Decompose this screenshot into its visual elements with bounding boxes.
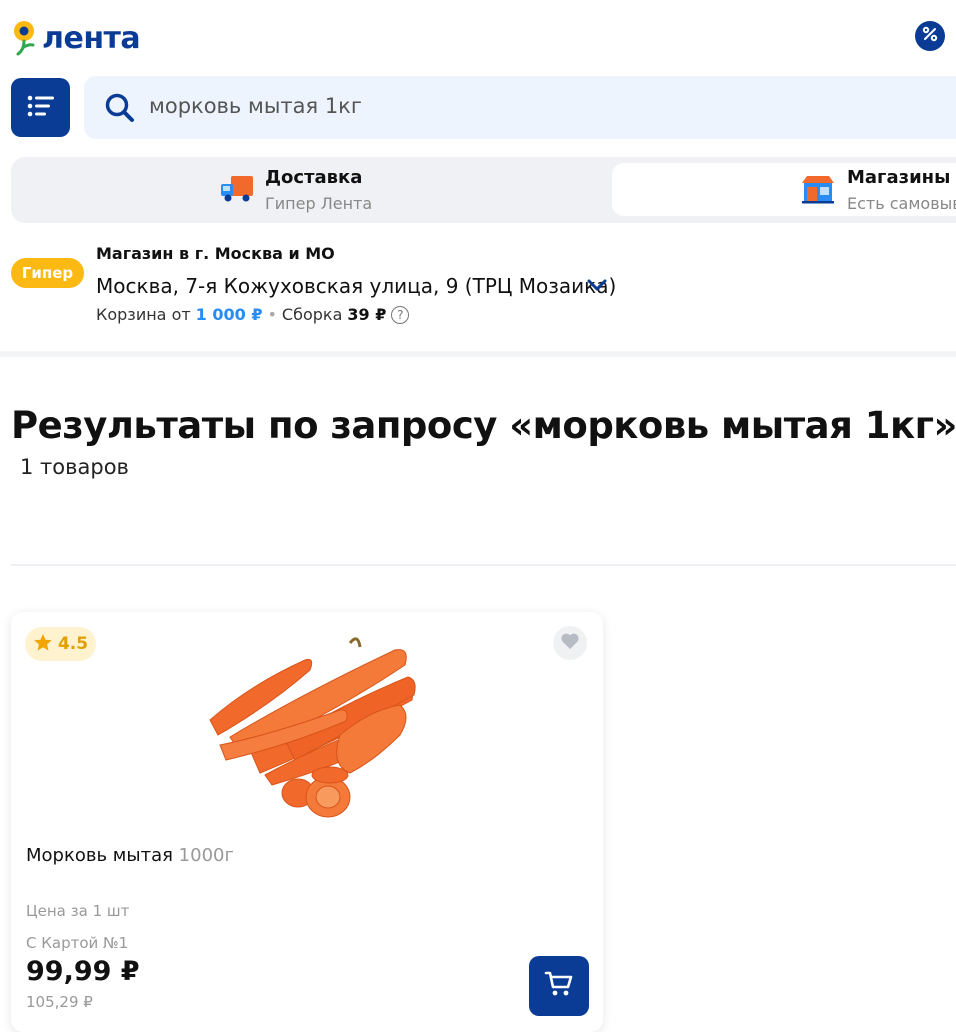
sunflower-logo-icon [12,20,36,56]
favorite-button[interactable] [553,626,587,660]
product-name[interactable]: Морковь мытая 1000г [26,845,234,866]
carrots-photo[interactable] [190,625,430,825]
product-old-price: 105,29 ₽ [26,993,93,1011]
store-icon [801,174,835,208]
catalog-list-icon [27,95,55,121]
chevron-down-icon[interactable] [586,276,608,294]
search-icon[interactable] [104,92,136,124]
cart-icon [544,970,574,1002]
basket-min-label: Корзина от [96,305,191,324]
tab-stores-title[interactable]: Магазины [847,167,950,188]
rating-badge: 4.5 [25,627,96,661]
store-conditions: Корзина от 1 000 ₽ • Сборка 39 ₽ ? [96,305,410,324]
price-unit-label: Цена за 1 шт [26,902,130,920]
tab-stores-subtitle: Есть самовывоз [847,194,956,213]
store-address[interactable]: Москва, 7-я Кожуховская улица, 9 (ТРЦ Мо… [96,274,616,298]
results-count: 1 товаров [20,455,129,479]
loyalty-card-label: С Картой №1 [26,934,129,952]
separator-dot: • [267,305,277,324]
divider [11,564,956,566]
store-city-label: Магазин в г. Москва и МО [96,244,335,263]
product-price: 99,99 ₽ [26,956,140,987]
star-icon [33,633,53,656]
add-to-cart-button[interactable] [529,956,589,1016]
search-query-text[interactable]: морковь мытая 1кг [149,94,362,118]
delivery-truck-icon [219,174,255,208]
basket-min-value: 1 000 ₽ [195,305,263,324]
assembly-price: 39 ₽ [347,305,387,324]
product-weight: 1000г [178,845,234,866]
page-title: Результаты по запросу «морковь мытая 1кг… [11,404,956,447]
promo-percent-button[interactable] [915,21,945,51]
rating-value: 4.5 [57,634,89,654]
heart-icon [560,632,580,654]
assembly-label: Сборка [281,305,343,324]
catalog-menu-button[interactable] [11,78,70,137]
store-type-badge: Гипер [11,258,84,288]
logo-text: лента [42,20,141,56]
lenta-logo[interactable]: лента [12,18,141,58]
help-question-icon[interactable]: ? [391,305,410,324]
carrot-1 [209,649,416,786]
tab-delivery-subtitle: Гипер Лента [265,194,373,213]
tab-delivery-title[interactable]: Доставка [265,167,362,188]
product-title[interactable]: Морковь мытая [26,845,173,866]
percent-icon [922,26,938,46]
